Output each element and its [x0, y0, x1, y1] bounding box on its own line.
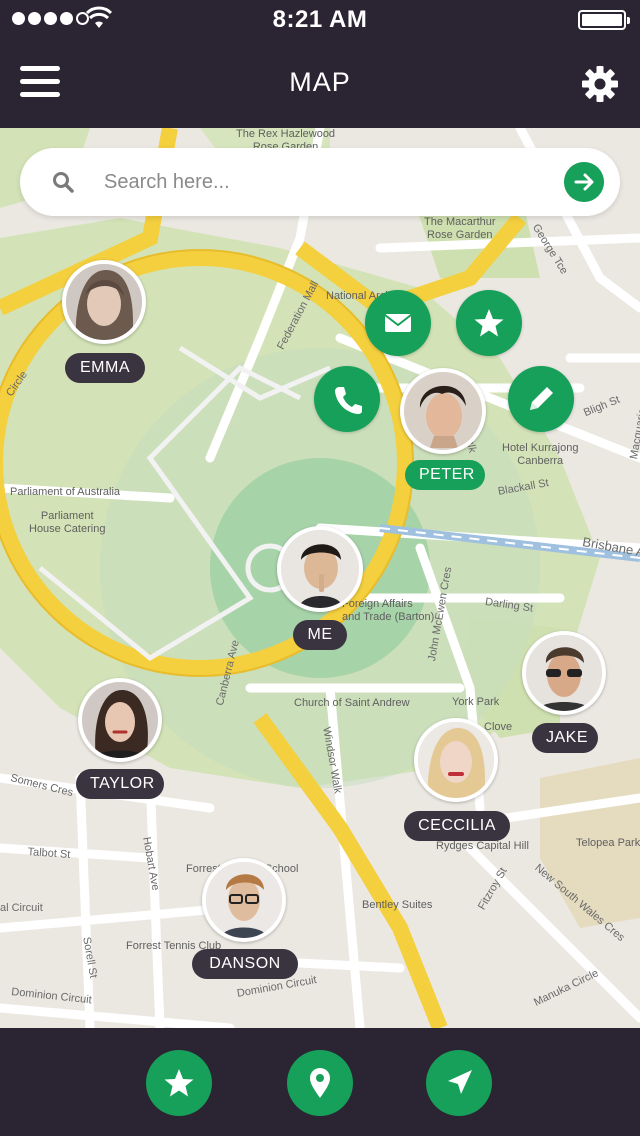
map-label: Clove — [484, 721, 513, 733]
avatar-emma[interactable] — [62, 260, 146, 344]
person-tag-emma[interactable]: EMMA — [65, 353, 145, 383]
status-bar: 8:21 AM — [0, 0, 640, 40]
portrait-image — [281, 530, 359, 608]
star-icon[interactable] — [146, 1050, 212, 1116]
search-input[interactable] — [104, 166, 544, 198]
person-tag-me[interactable]: ME — [293, 620, 347, 650]
portrait-image — [526, 635, 602, 711]
navigation-arrow-icon[interactable] — [426, 1050, 492, 1116]
search-bar — [20, 148, 620, 216]
avatar-ceccilia[interactable] — [414, 718, 498, 802]
pencil-icon[interactable] — [508, 366, 574, 432]
gear-icon[interactable] — [580, 64, 620, 104]
portrait-image — [404, 372, 482, 450]
avatar-taylor[interactable] — [78, 678, 162, 762]
search-icon — [53, 172, 74, 193]
bottom-toolbar — [0, 1028, 640, 1136]
map-label: Telopea Park — [576, 837, 640, 849]
map-label: The Macarthur Rose Garden — [424, 216, 496, 241]
person-tag-jake[interactable]: JAKE — [532, 723, 598, 753]
battery-icon — [578, 10, 630, 30]
portrait-image — [206, 862, 282, 938]
app-header: MAP — [0, 40, 640, 128]
person-tag-danson[interactable]: DANSON — [192, 949, 298, 979]
avatar-me[interactable] — [277, 526, 363, 612]
map-label: Parliament of Australia — [10, 486, 121, 498]
avatar-danson[interactable] — [202, 858, 286, 942]
portrait-image — [66, 264, 142, 340]
portrait-image — [418, 722, 494, 798]
avatar-jake[interactable] — [522, 631, 606, 715]
location-pin-icon[interactable] — [287, 1050, 353, 1116]
person-tag-taylor[interactable]: TAYLOR — [76, 769, 164, 799]
page-title: MAP — [289, 67, 351, 97]
mail-icon[interactable] — [365, 290, 431, 356]
clock: 8:21 AM — [272, 6, 368, 33]
arrow-right-icon[interactable] — [564, 162, 604, 202]
star-icon[interactable] — [456, 290, 522, 356]
map-label: Bentley Suites — [362, 899, 433, 911]
person-tag-peter[interactable]: PETER — [405, 460, 485, 490]
avatar-peter[interactable] — [400, 368, 486, 454]
person-tag-ceccilia[interactable]: CECCILIA — [404, 811, 510, 841]
map-view[interactable]: The Rex Hazlewood Rose Garden The Macart… — [0, 128, 640, 1028]
map-label: Foreign Affairs and Trade (Barton) — [342, 598, 435, 623]
map-label: Hotel Kurrajong Canberra — [502, 442, 579, 467]
map-label: Rydges Capital Hill — [436, 840, 529, 852]
road-label: al Circuit — [0, 902, 43, 914]
map-label: Parliament House Catering — [29, 510, 106, 535]
map-label: York Park — [452, 696, 500, 708]
map-label: Church of Saint Andrew — [294, 697, 410, 709]
portrait-image — [82, 682, 158, 758]
phone-icon[interactable] — [314, 366, 380, 432]
